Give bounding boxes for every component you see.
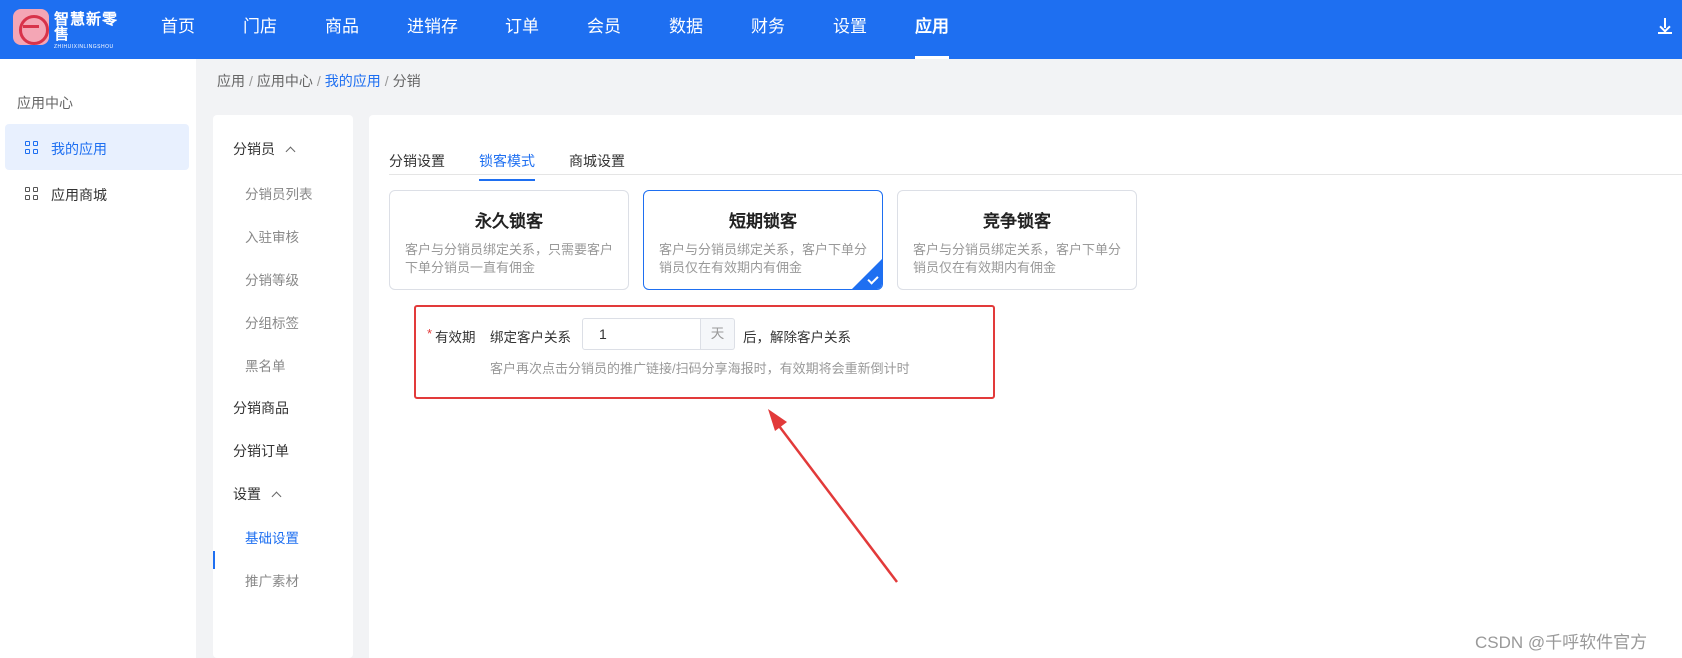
brand-name-cn: 智慧新零售: [54, 11, 119, 43]
submenu-item-promo-material[interactable]: 推广素材: [245, 570, 299, 590]
grid-icon: [25, 187, 39, 201]
brand-logo-icon[interactable]: [13, 9, 49, 45]
card-description: 客户与分销员绑定关系，客户下单分销员仅在有效期内有佣金: [913, 242, 1122, 275]
lock-mode-card-competitive[interactable]: 竞争锁客 客户与分销员绑定关系，客户下单分销员仅在有效期内有佣金: [897, 190, 1137, 290]
submenu-item-group-tags[interactable]: 分组标签: [245, 312, 299, 332]
sidebar-title: 应用中心: [17, 95, 73, 111]
submenu-group-distributor[interactable]: 分销员: [233, 139, 296, 159]
submenu-item-basic-settings[interactable]: 基础设置: [245, 527, 299, 547]
card-title: 永久锁客: [475, 212, 543, 231]
main-content-panel: 分销设置 锁客模式 商城设置 永久锁客 客户与分销员绑定关系，只需要客户下单分销…: [369, 115, 1682, 658]
card-title: 短期锁客: [729, 212, 797, 231]
validity-unit: 天: [701, 318, 735, 350]
validity-prefix: 绑定客户关系: [490, 330, 571, 345]
nav-store[interactable]: 门店: [243, 0, 277, 59]
submenu-distribution-products[interactable]: 分销商品: [233, 398, 289, 418]
sidebar-item-label: 应用商城: [51, 187, 107, 203]
distribution-submenu: 分销员 分销员列表 入驻审核 分销等级 分组标签 黑名单 分销商品 分销订单 设…: [213, 115, 353, 658]
sidebar-item-app-store[interactable]: 应用商城: [5, 170, 189, 216]
brand-name-en: ZHIHUIXINLINGSHOU: [54, 44, 114, 50]
watermark: CSDN @千呼软件官方: [1475, 633, 1648, 652]
nav-inventory[interactable]: 进销存: [407, 0, 458, 59]
card-title: 竞争锁客: [983, 212, 1051, 231]
nav-data[interactable]: 数据: [669, 0, 703, 59]
brand-name: 智慧新零售 ZHIHUIXINLINGSHOU: [54, 12, 120, 50]
validity-suffix: 后，解除客户关系: [743, 330, 851, 345]
selected-corner: [852, 259, 882, 289]
nav-members[interactable]: 会员: [587, 0, 621, 59]
tab-mall-settings[interactable]: 商城设置: [569, 151, 625, 179]
submenu-item-entry-review[interactable]: 入驻审核: [245, 226, 299, 246]
app-center-sidebar: 应用中心 我的应用 应用商城: [0, 59, 196, 658]
submenu-item-blacklist[interactable]: 黑名单: [245, 355, 286, 375]
nav-products[interactable]: 商品: [325, 0, 359, 59]
validity-hint: 客户再次点击分销员的推广链接/扫码分享海报时，有效期将会重新倒计时: [490, 361, 910, 376]
submenu-item-levels[interactable]: 分销等级: [245, 269, 299, 289]
settings-tabs: 分销设置 锁客模式 商城设置: [389, 145, 1682, 181]
card-description: 客户与分销员绑定关系，只需要客户下单分销员一直有佣金: [405, 242, 614, 275]
active-indicator: [213, 551, 215, 569]
nav-settings[interactable]: 设置: [833, 0, 867, 59]
card-description: 客户与分销员绑定关系，客户下单分销员仅在有效期内有佣金: [659, 242, 868, 275]
nav-home[interactable]: 首页: [161, 0, 195, 59]
breadcrumb-apps[interactable]: 应用: [217, 73, 245, 89]
submenu-group-settings[interactable]: 设置: [233, 484, 282, 504]
lock-mode-card-permanent[interactable]: 永久锁客 客户与分销员绑定关系，只需要客户下单分销员一直有佣金: [389, 190, 629, 290]
breadcrumb-app-center[interactable]: 应用中心: [257, 73, 313, 89]
breadcrumb-distribution: 分销: [392, 73, 421, 89]
nav-finance[interactable]: 财务: [751, 0, 785, 59]
required-mark: *: [427, 326, 433, 341]
lock-mode-card-short-term[interactable]: 短期锁客 客户与分销员绑定关系，客户下单分销员仅在有效期内有佣金: [643, 190, 883, 290]
submenu-distribution-orders[interactable]: 分销订单: [233, 441, 289, 461]
tab-lock-mode[interactable]: 锁客模式: [479, 151, 535, 181]
chevron-up-icon: [285, 146, 296, 157]
sidebar-item-my-apps[interactable]: 我的应用: [5, 124, 189, 170]
submenu-item-distributor-list[interactable]: 分销员列表: [245, 183, 313, 203]
chevron-up-icon: [271, 491, 282, 502]
download-icon[interactable]: [1658, 18, 1672, 34]
breadcrumb-my-apps[interactable]: 我的应用: [325, 73, 381, 89]
nav-orders[interactable]: 订单: [505, 0, 539, 59]
top-nav-bar: 智慧新零售 ZHIHUIXINLINGSHOU 首页 门店 商品 进销存 订单 …: [0, 0, 1682, 59]
sidebar-item-label: 我的应用: [51, 141, 107, 157]
breadcrumb: 应用 / 应用中心 / 我的应用 / 分销: [217, 73, 421, 89]
validity-label: 有效期: [435, 330, 476, 345]
validity-days-input[interactable]: [582, 318, 701, 350]
tab-distribution-settings[interactable]: 分销设置: [389, 151, 445, 179]
nav-apps[interactable]: 应用: [915, 0, 949, 59]
grid-icon: [25, 141, 39, 155]
